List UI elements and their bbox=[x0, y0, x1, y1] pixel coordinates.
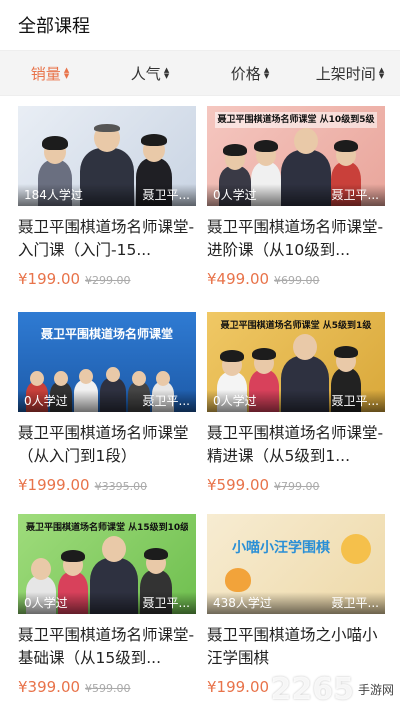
sort-arrows-icon: ▲ ▼ bbox=[163, 66, 170, 80]
current-price: ¥199.00 bbox=[18, 270, 81, 288]
learner-count: 0人学过 bbox=[213, 188, 257, 202]
thumbnail-banner: 小喵小汪学围棋 bbox=[232, 540, 330, 556]
thumbnail-banner: 聂卫平围棋道场名师课堂 从10级到5级 bbox=[215, 112, 377, 128]
dog-icon bbox=[341, 534, 371, 564]
sort-popularity[interactable]: 人气 ▲ ▼ bbox=[100, 63, 200, 84]
price-row: ¥499.00 ¥699.00 bbox=[207, 270, 385, 288]
sort-sales-label: 销量 bbox=[30, 64, 61, 83]
course-thumbnail[interactable]: 小喵小汪学围棋 438人学过 聂卫平... bbox=[207, 514, 385, 614]
course-thumbnail[interactable]: 184人学过 聂卫平... bbox=[18, 106, 196, 206]
learner-count: 0人学过 bbox=[213, 394, 257, 408]
current-price: ¥1999.00 bbox=[18, 476, 90, 494]
course-card[interactable]: 聂卫平围棋道场名师课堂 从10级到5级 0人学过 聂卫平... 聂卫平围棋道场名… bbox=[207, 106, 385, 288]
sort-price-label: 价格 bbox=[230, 64, 261, 83]
course-card[interactable]: 聂卫平围棋道场名师课堂 从5级到1级 0人学过 聂卫平... 聂卫平围棋道场名师… bbox=[207, 312, 385, 494]
teacher-name: 聂卫平... bbox=[142, 394, 190, 408]
price-row: ¥1999.00 ¥3395.00 bbox=[18, 476, 196, 494]
original-price: ¥299.00 bbox=[85, 274, 131, 287]
course-title[interactable]: 聂卫平围棋道场之小喵小汪学围棋 bbox=[207, 624, 385, 670]
sort-listing-time-label: 上架时间 bbox=[315, 64, 376, 83]
page-header: 全部课程 bbox=[0, 0, 400, 50]
watermark-brand: 2265 bbox=[270, 672, 354, 707]
teacher-name: 聂卫平... bbox=[331, 188, 379, 202]
course-title[interactable]: 聂卫平围棋道场名师课堂-入门课（入门-15... bbox=[18, 216, 196, 262]
sort-arrows-icon: ▲ ▼ bbox=[63, 66, 70, 80]
thumbnail-overlay: 0人学过 聂卫平... bbox=[18, 390, 196, 412]
thumbnail-overlay: 0人学过 聂卫平... bbox=[18, 592, 196, 614]
price-row: ¥199.00 ¥299.00 bbox=[18, 270, 196, 288]
learner-count: 438人学过 bbox=[213, 596, 272, 610]
current-price: ¥499.00 bbox=[207, 270, 270, 288]
thumbnail-banner: 聂卫平围棋道场名师课堂 从5级到1级 bbox=[220, 321, 372, 331]
site-watermark: 2265 手游网 bbox=[270, 672, 394, 707]
current-price: ¥399.00 bbox=[18, 678, 81, 696]
course-title[interactable]: 聂卫平围棋道场名师课堂-精进课（从5级到1... bbox=[207, 422, 385, 468]
sort-popularity-label: 人气 bbox=[130, 64, 161, 83]
price-row: ¥399.00 ¥599.00 bbox=[18, 678, 196, 696]
learner-count: 0人学过 bbox=[24, 394, 68, 408]
cat-icon bbox=[225, 568, 251, 592]
price-row: ¥599.00 ¥799.00 bbox=[207, 476, 385, 494]
watermark-sub: 手游网 bbox=[357, 683, 394, 697]
course-card[interactable]: 聂卫平围棋道场名师课堂 从15级到10级 0人学过 聂卫平... 聂卫平围棋道场… bbox=[18, 514, 196, 696]
sort-arrows-icon: ▲ ▼ bbox=[263, 66, 270, 80]
teacher-name: 聂卫平... bbox=[331, 596, 379, 610]
course-title[interactable]: 聂卫平围棋道场名师课堂-基础课（从15级到... bbox=[18, 624, 196, 670]
course-card[interactable]: 聂卫平围棋道场名师课堂 0人学过 聂卫平... 聂卫平围棋道场名师课堂（从入门到… bbox=[18, 312, 196, 494]
learner-count: 184人学过 bbox=[24, 188, 83, 202]
thumbnail-overlay: 0人学过 聂卫平... bbox=[207, 390, 385, 412]
sort-arrows-icon: ▲ ▼ bbox=[378, 66, 385, 80]
current-price: ¥599.00 bbox=[207, 476, 270, 494]
teacher-name: 聂卫平... bbox=[142, 596, 190, 610]
original-price: ¥699.00 bbox=[274, 274, 320, 287]
learner-count: 0人学过 bbox=[24, 596, 68, 610]
sort-price[interactable]: 价格 ▲ ▼ bbox=[200, 63, 300, 84]
course-title[interactable]: 聂卫平围棋道场名师课堂-进阶课（从10级到... bbox=[207, 216, 385, 262]
sort-bar: 销量 ▲ ▼ 人气 ▲ ▼ 价格 ▲ ▼ 上架时间 ▲ ▼ bbox=[0, 50, 400, 96]
course-thumbnail[interactable]: 聂卫平围棋道场名师课堂 0人学过 聂卫平... bbox=[18, 312, 196, 412]
original-price: ¥599.00 bbox=[85, 682, 131, 695]
course-thumbnail[interactable]: 聂卫平围棋道场名师课堂 从5级到1级 0人学过 聂卫平... bbox=[207, 312, 385, 412]
course-card[interactable]: 小喵小汪学围棋 438人学过 聂卫平... 聂卫平围棋道场之小喵小汪学围棋 ¥1… bbox=[207, 514, 385, 696]
thumbnail-overlay: 0人学过 聂卫平... bbox=[207, 184, 385, 206]
course-thumbnail[interactable]: 聂卫平围棋道场名师课堂 从10级到5级 0人学过 聂卫平... bbox=[207, 106, 385, 206]
teacher-name: 聂卫平... bbox=[331, 394, 379, 408]
original-price: ¥799.00 bbox=[274, 480, 320, 493]
current-price: ¥199.00 bbox=[207, 678, 270, 696]
thumbnail-overlay: 438人学过 聂卫平... bbox=[207, 592, 385, 614]
sort-sales[interactable]: 销量 ▲ ▼ bbox=[0, 63, 100, 84]
thumbnail-banner: 聂卫平围棋道场名师课堂 bbox=[40, 327, 173, 341]
course-card[interactable]: 184人学过 聂卫平... 聂卫平围棋道场名师课堂-入门课（入门-15... ¥… bbox=[18, 106, 196, 288]
course-title[interactable]: 聂卫平围棋道场名师课堂（从入门到1段） bbox=[18, 422, 196, 468]
sort-listing-time[interactable]: 上架时间 ▲ ▼ bbox=[300, 63, 400, 84]
thumbnail-banner: 聂卫平围棋道场名师课堂 从15级到10级 bbox=[26, 523, 188, 533]
teacher-name: 聂卫平... bbox=[142, 188, 190, 202]
course-thumbnail[interactable]: 聂卫平围棋道场名师课堂 从15级到10级 0人学过 聂卫平... bbox=[18, 514, 196, 614]
page-title: 全部课程 bbox=[18, 16, 90, 37]
original-price: ¥3395.00 bbox=[94, 480, 148, 493]
thumbnail-overlay: 184人学过 聂卫平... bbox=[18, 184, 196, 206]
